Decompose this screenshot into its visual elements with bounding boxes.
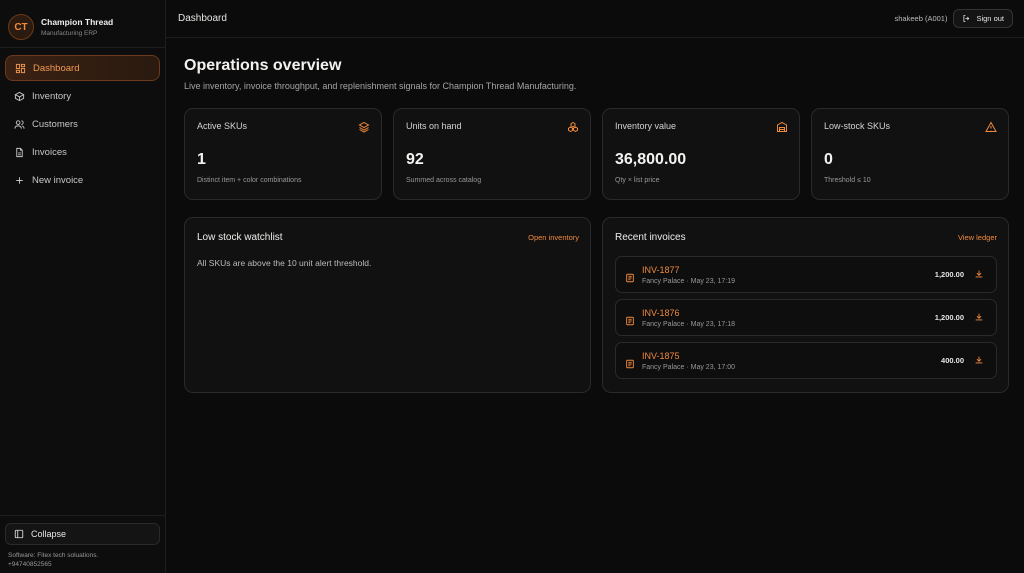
stat-hint: Threshold ≤ 10: [824, 177, 871, 184]
dashboard-content: Operations overview Live inventory, invo…: [166, 38, 1024, 393]
sidebar-item-label: Dashboard: [33, 62, 80, 74]
stat-label: Inventory value: [615, 121, 677, 131]
stat-cards: Active SKUs 1 Distinct item + color comb…: [184, 108, 1009, 200]
sidebar-item-new-invoice[interactable]: New invoice: [5, 167, 160, 193]
collapse-button[interactable]: Collapse: [5, 522, 160, 545]
stat-card-active-skus: Active SKUs 1 Distinct item + color comb…: [184, 108, 382, 200]
stat-value: 92: [406, 151, 424, 168]
download-icon[interactable]: [974, 352, 984, 370]
topbar-right: shakeeb (A001) Sign out: [895, 9, 1013, 28]
stat-value: 1: [197, 151, 206, 168]
sidebar-item-invoices[interactable]: Invoices: [5, 139, 160, 165]
invoice-info: INV-1876 Fancy Palace · May 23, 17:18: [642, 308, 935, 328]
stat-hint: Distinct item + color combinations: [197, 177, 302, 184]
main-area: Dashboard shakeeb (A001) Sign out Operat…: [166, 0, 1024, 573]
warehouse-icon: [776, 120, 788, 132]
boxes-icon: [567, 120, 579, 133]
brand-subtitle: Manufacturing ERP: [41, 30, 98, 37]
stat-label: Units on hand: [406, 121, 462, 131]
stat-card-inventory-value: Inventory value 36,800.00 Qty × list pri…: [602, 108, 800, 200]
stat-label: Active SKUs: [197, 121, 248, 131]
invoice-row[interactable]: INV-1875 Fancy Palace · May 23, 17:00 40…: [615, 342, 997, 379]
plus-icon: [16, 176, 23, 184]
brand-text: Champion Thread Manufacturing ERP: [41, 17, 113, 37]
sidebar-collapse-icon: [14, 529, 24, 538]
invoice-doc-icon: [625, 313, 635, 325]
sidebar-footer: Collapse Software: Fitex tech soluations…: [0, 514, 165, 573]
sidebar-item-label: Inventory: [32, 90, 72, 102]
stat-card-units-on-hand: Units on hand 92 Summed across catalog: [393, 108, 591, 200]
sidebar-item-dashboard[interactable]: Dashboard: [5, 55, 160, 81]
invoice-doc-icon: [625, 356, 635, 368]
stat-value: 36,800.00: [615, 151, 687, 168]
brand-name: Champion Thread: [41, 17, 114, 27]
panel-title: Recent invoices: [615, 232, 686, 243]
brand-avatar: CT: [8, 14, 34, 40]
topbar: Dashboard shakeeb (A001) Sign out: [166, 0, 1024, 38]
invoice-meta: Fancy Palace · May 23, 17:19: [642, 277, 735, 285]
view-ledger-link[interactable]: View ledger: [958, 233, 997, 242]
invoice-row[interactable]: INV-1876 Fancy Palace · May 23, 17:18 1,…: [615, 299, 997, 336]
brand: CT Champion Thread Manufacturing ERP: [0, 0, 165, 44]
sidebar-nav: Dashboard Inventory Customers Invoices N…: [0, 48, 165, 193]
sidebar: CT Champion Thread Manufacturing ERP Das…: [0, 0, 166, 573]
page-subtitle: Live inventory, invoice throughput, and …: [184, 81, 577, 91]
invoice-list: INV-1877 Fancy Palace · May 23, 17:19 1,…: [615, 256, 997, 379]
software-credit: Software: Fitex tech soluations. +947408…: [5, 551, 160, 569]
open-inventory-link[interactable]: Open inventory: [528, 233, 579, 242]
invoice-info: INV-1877 Fancy Palace · May 23, 17:19: [642, 265, 935, 285]
sidebar-item-label: Invoices: [32, 146, 67, 158]
invoice-amount: 1,200.00: [934, 270, 964, 279]
sign-out-label: Sign out: [976, 14, 1004, 23]
collapse-label: Collapse: [31, 528, 67, 539]
sidebar-item-label: Customers: [32, 118, 78, 130]
credit-line-2: +94740852565: [8, 560, 52, 568]
invoice-meta: Fancy Palace · May 23, 17:18: [642, 320, 735, 328]
stat-hint: Qty × list price: [615, 177, 660, 184]
box-icon: [14, 91, 25, 101]
breadcrumb: Dashboard: [178, 13, 227, 24]
download-icon[interactable]: [974, 266, 984, 284]
sign-out-button[interactable]: Sign out: [953, 9, 1013, 28]
download-icon[interactable]: [974, 309, 984, 327]
panel-header: Recent invoices View ledger: [615, 232, 997, 243]
sidebar-item-customers[interactable]: Customers: [5, 111, 160, 137]
file-icon: [16, 147, 23, 157]
stat-card-low-stock: Low-stock SKUs 0 Threshold ≤ 10: [811, 108, 1009, 200]
dashboard-icon: [15, 63, 26, 73]
stat-label: Low-stock SKUs: [824, 121, 891, 131]
watchlist-message: All SKUs are above the 10 unit alert thr…: [197, 258, 372, 268]
panel-title: Low stock watchlist: [197, 232, 283, 243]
invoice-meta: Fancy Palace · May 23, 17:00: [642, 363, 735, 371]
invoice-number[interactable]: INV-1875: [642, 351, 941, 361]
stat-value: 0: [824, 151, 833, 168]
page-title: Operations overview: [184, 57, 342, 74]
logout-icon: [963, 15, 970, 22]
invoice-row[interactable]: INV-1877 Fancy Palace · May 23, 17:19 1,…: [615, 256, 997, 293]
recent-invoices-panel: Recent invoices View ledger INV-1877 Fan…: [602, 217, 1009, 393]
invoice-amount: 1,200.00: [934, 313, 964, 322]
sidebar-item-inventory[interactable]: Inventory: [5, 83, 160, 109]
users-icon: [14, 119, 25, 129]
invoice-info: INV-1875 Fancy Palace · May 23, 17:00: [642, 351, 941, 371]
invoice-number[interactable]: INV-1877: [642, 265, 935, 275]
panel-header: Low stock watchlist Open inventory: [197, 232, 579, 243]
invoice-amount: 400.00: [941, 356, 964, 365]
stat-hint: Summed across catalog: [406, 177, 482, 184]
invoice-number[interactable]: INV-1876: [642, 308, 935, 318]
invoice-doc-icon: [625, 270, 635, 282]
layers-icon: [358, 120, 370, 133]
low-stock-watchlist-panel: Low stock watchlist Open inventory All S…: [184, 217, 591, 393]
sidebar-item-label: New invoice: [32, 174, 84, 186]
alert-triangle-icon: [985, 120, 997, 132]
panels: Low stock watchlist Open inventory All S…: [184, 217, 1009, 393]
credit-line-1: Software: Fitex tech soluations.: [8, 551, 99, 559]
app-shell: CT Champion Thread Manufacturing ERP Das…: [0, 0, 1024, 573]
user-label: shakeeb (A001): [894, 14, 948, 23]
